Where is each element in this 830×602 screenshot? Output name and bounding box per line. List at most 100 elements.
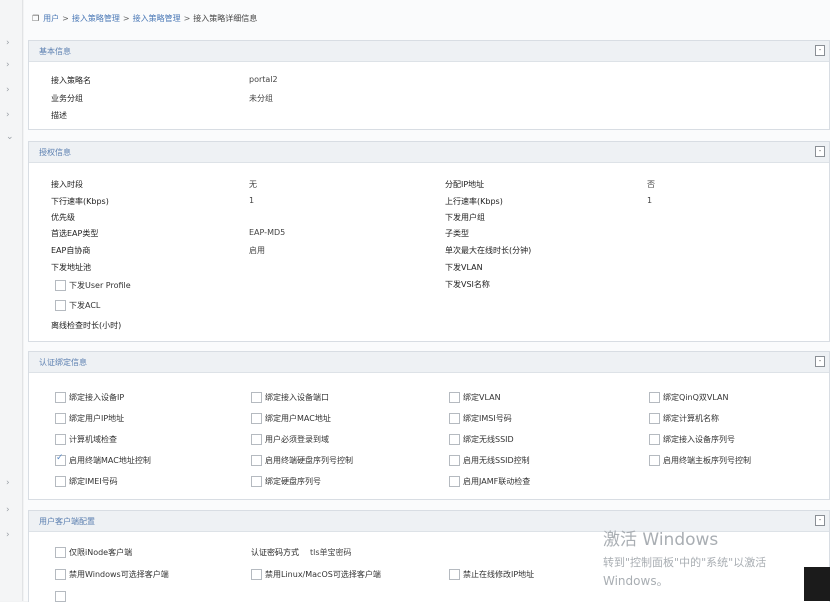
binding-label: 启用终端硬盘序列号控制 [265, 456, 353, 465]
binding-label: 绑定VLAN [463, 393, 501, 402]
collapse-icon[interactable]: - [815, 356, 825, 367]
chevron-right-icon[interactable]: › [6, 60, 10, 70]
binding-checkbox[interactable] [251, 476, 262, 487]
binding-label: 启用无线SSID控制 [463, 456, 530, 465]
watermark-subtitle-2: Windows。 [603, 574, 669, 588]
section-title: 认证绑定信息 [39, 358, 87, 367]
binding-checkbox[interactable] [251, 434, 262, 445]
binding-checkbox[interactable] [449, 434, 460, 445]
user-profile-label: 下发User Profile [69, 281, 131, 290]
section-title: 基本信息 [39, 47, 71, 56]
field-label: 接入时段 [51, 180, 83, 189]
corner-overlay [804, 567, 830, 601]
chevron-right-icon[interactable]: › [6, 505, 10, 515]
binding-checkbox[interactable] [55, 392, 66, 403]
binding-label: 绑定接入设备端口 [265, 393, 329, 402]
disable-windows-client-checkbox[interactable] [55, 569, 66, 580]
field-label: 业务分组 [51, 94, 83, 103]
binding-checkbox[interactable] [55, 476, 66, 487]
auth-method-label: 认证密码方式 [251, 548, 299, 557]
chevron-down-icon[interactable]: ⌄ [6, 132, 14, 142]
acl-label: 下发ACL [69, 301, 101, 310]
field-label: 接入策略名 [51, 76, 91, 85]
collapse-icon[interactable]: - [815, 146, 825, 157]
field-value: 1 [249, 196, 255, 205]
authorization-section: 授权信息 - 接入时段 无 下行速率(Kbps) 1 优先级 首选EAP类型 E… [28, 141, 830, 342]
chevron-right-icon[interactable]: › [6, 478, 10, 488]
binding-checkbox[interactable] [449, 455, 460, 466]
section-title: 授权信息 [39, 148, 71, 157]
binding-checkbox[interactable] [251, 413, 262, 424]
binding-checkbox[interactable] [55, 434, 66, 445]
binding-label: 绑定用户MAC地址 [265, 414, 331, 423]
collapse-icon[interactable]: - [815, 45, 825, 56]
mac-control-checkbox[interactable] [55, 453, 66, 466]
field-value: EAP-MD5 [249, 228, 286, 237]
watermark-subtitle: 转到"控制面板"中的"系统"以激活 [603, 556, 767, 569]
field-value: 1 [647, 196, 653, 205]
field-label: EAP自协商 [51, 246, 91, 255]
section-title: 用户客户端配置 [39, 517, 95, 526]
basic-info-section: 基本信息 - 接入策略名 portal2 业务分组 未分组 描述 [28, 40, 830, 130]
binding-checkbox[interactable] [449, 392, 460, 403]
binding-checkbox[interactable] [55, 413, 66, 424]
auth-method-value: tls单宝密码 [310, 548, 352, 557]
binding-label: 绑定IMSI号码 [463, 414, 512, 423]
breadcrumb-item-current: 接入策略详细信息 [193, 14, 258, 23]
collapse-icon[interactable]: - [815, 515, 825, 526]
breadcrumb: ❐ 用户 > 接入策略管理 > 接入策略管理 > 接入策略详细信息 [32, 14, 258, 23]
binding-checkbox[interactable] [649, 392, 660, 403]
client-option-checkbox[interactable] [55, 591, 66, 602]
disable-linux-client-checkbox[interactable] [251, 569, 262, 580]
breadcrumb-item-policy-mgmt[interactable]: 接入策略管理 [72, 14, 120, 23]
binding-label: 绑定计算机名称 [663, 414, 719, 423]
field-label: 分配IP地址 [445, 180, 485, 189]
field-label: 下发用户组 [445, 213, 485, 222]
chevron-right-icon[interactable]: › [6, 38, 10, 48]
binding-checkbox[interactable] [649, 434, 660, 445]
field-value: 否 [647, 180, 655, 189]
binding-checkbox[interactable] [251, 455, 262, 466]
field-label: 下行速率(Kbps) [51, 197, 109, 206]
field-label: 上行速率(Kbps) [445, 197, 503, 206]
acl-checkbox[interactable] [55, 300, 66, 311]
field-label: 离线检查时长(小时) [51, 321, 122, 330]
binding-header: 认证绑定信息 - [29, 352, 829, 373]
field-label: 描述 [51, 111, 67, 120]
disable-linux-client-label: 禁用Linux/MacOS可选择客户端 [265, 570, 381, 579]
field-value: 无 [249, 180, 257, 189]
chevron-right-icon[interactable]: › [6, 85, 10, 95]
forbid-ip-change-label: 禁止在线修改IP地址 [463, 570, 535, 579]
binding-label: 绑定接入设备序列号 [663, 435, 735, 444]
breadcrumb-user-icon: ❐ [32, 14, 40, 23]
binding-checkbox[interactable] [449, 476, 460, 487]
forbid-ip-change-checkbox[interactable] [449, 569, 460, 580]
breadcrumb-item-policy-mgmt-2[interactable]: 接入策略管理 [133, 14, 181, 23]
binding-label: 绑定硬盘序列号 [265, 477, 321, 486]
field-label: 子类型 [445, 229, 469, 238]
chevron-right-icon[interactable]: › [6, 110, 10, 120]
watermark-title: 激活 Windows [603, 530, 719, 550]
inode-only-label: 仅限iNode客户端 [69, 548, 133, 557]
binding-checkbox[interactable] [449, 413, 460, 424]
binding-label: 启用终端MAC地址控制 [69, 456, 151, 465]
binding-label: 绑定QinQ双VLAN [663, 393, 729, 402]
binding-label: 绑定用户IP地址 [69, 414, 125, 423]
disable-windows-client-label: 禁用Windows可选择客户端 [69, 570, 169, 579]
binding-label: 计算机域检查 [69, 435, 117, 444]
binding-label: 绑定IMEI号码 [69, 477, 118, 486]
inode-only-checkbox[interactable] [55, 547, 66, 558]
binding-checkbox[interactable] [251, 392, 262, 403]
binding-checkbox[interactable] [649, 455, 660, 466]
breadcrumb-item-user[interactable]: 用户 [43, 14, 59, 23]
binding-label: 启用终端主板序列号控制 [663, 456, 751, 465]
binding-label: 用户必须登录到域 [265, 435, 329, 444]
binding-label: 启用JAMF联动检查 [463, 477, 531, 486]
binding-checkbox[interactable] [649, 413, 660, 424]
chevron-right-icon[interactable]: › [6, 530, 10, 540]
field-label: 单次最大在线时长(分钟) [445, 246, 532, 255]
binding-label: 绑定无线SSID [463, 435, 514, 444]
field-label: 下发地址池 [51, 263, 91, 272]
user-profile-checkbox[interactable] [55, 280, 66, 291]
field-label: 优先级 [51, 213, 75, 222]
